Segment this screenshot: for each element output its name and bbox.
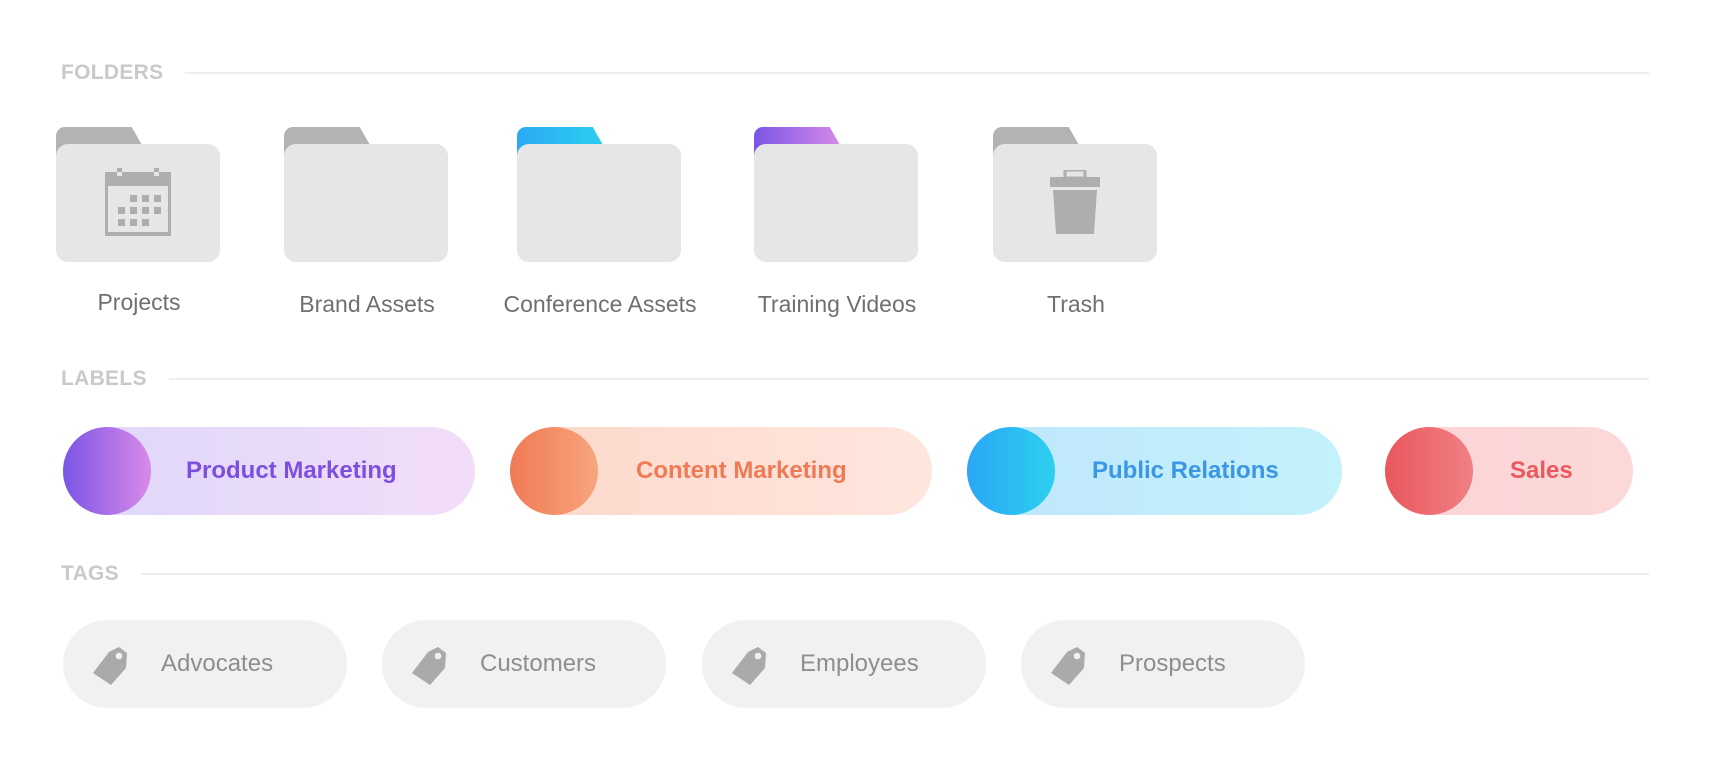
label-color-dot	[1385, 427, 1473, 515]
tag-icon	[93, 647, 127, 685]
tag-text: Advocates	[161, 650, 274, 677]
folder-graphic	[284, 127, 450, 265]
folder-trash[interactable]: Trash	[991, 127, 1161, 317]
tags-section-title: TAGS	[61, 562, 119, 585]
label-public-relations[interactable]: Public Relations	[967, 427, 1342, 515]
tag-customers[interactable]: Customers	[382, 620, 666, 708]
tag-text: Employees	[800, 650, 919, 677]
tag-text: Prospects	[1119, 650, 1226, 677]
tag-icon	[1051, 647, 1085, 685]
folder-body	[56, 144, 220, 262]
folder-body	[517, 144, 681, 262]
label-product-marketing[interactable]: Product Marketing	[63, 427, 475, 515]
folder-body	[284, 144, 448, 262]
folder-label: Training Videos	[757, 291, 917, 317]
tag-employees[interactable]: Employees	[702, 620, 986, 708]
folder-label: Projects	[97, 289, 181, 315]
folders-section-title: FOLDERS	[61, 61, 164, 84]
folder-label: Trash	[1047, 291, 1105, 317]
label-content-marketing[interactable]: Content Marketing	[510, 427, 932, 515]
label-text: Content Marketing	[636, 457, 847, 484]
label-color-dot	[967, 427, 1055, 515]
tag-advocates[interactable]: Advocates	[63, 620, 347, 708]
tag-prospects[interactable]: Prospects	[1021, 620, 1305, 708]
folder-graphic	[993, 127, 1159, 265]
labels-section-title: LABELS	[61, 367, 147, 390]
folder-graphic	[517, 127, 683, 265]
folder-projects[interactable]: Projects	[54, 127, 224, 315]
label-text: Sales	[1510, 457, 1573, 484]
calendar-icon	[105, 168, 171, 236]
label-color-dot	[63, 427, 151, 515]
label-color-dot	[510, 427, 598, 515]
folders-section-header: FOLDERS	[61, 61, 1649, 85]
folder-label: Brand Assets	[299, 291, 435, 317]
folder-conference-assets[interactable]: Conference Assets	[503, 127, 697, 317]
folder-graphic	[754, 127, 920, 265]
folder-graphic	[56, 127, 222, 265]
section-divider	[185, 72, 1649, 74]
labels-section-header: LABELS	[61, 367, 1649, 391]
trash-icon	[1050, 170, 1100, 234]
label-sales[interactable]: Sales	[1385, 427, 1633, 515]
section-divider	[168, 378, 1649, 380]
tags-section-header: TAGS	[61, 562, 1649, 586]
folder-brand-assets[interactable]: Brand Assets	[282, 127, 452, 317]
tag-icon	[732, 647, 766, 685]
folder-label: Conference Assets	[503, 291, 697, 317]
tag-icon	[412, 647, 446, 685]
folder-body	[993, 144, 1157, 262]
tag-text: Customers	[480, 650, 597, 677]
folder-body	[754, 144, 918, 262]
label-text: Public Relations	[1092, 457, 1279, 484]
folder-training-videos[interactable]: Training Videos	[752, 127, 922, 317]
label-text: Product Marketing	[186, 457, 397, 484]
section-divider	[140, 573, 1649, 575]
